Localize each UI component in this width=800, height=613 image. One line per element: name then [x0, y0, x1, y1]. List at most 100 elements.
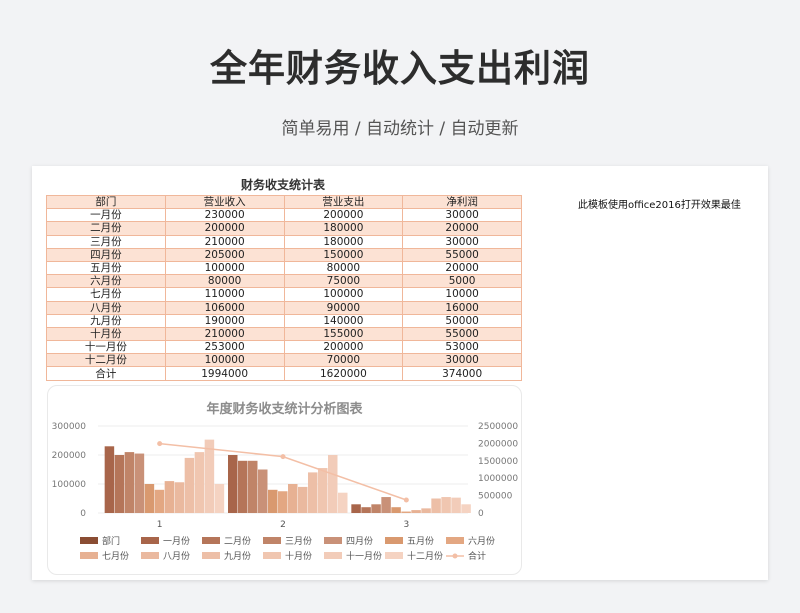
table-cell: 374000	[402, 366, 522, 381]
table-row: 一月份 230000 200000 30000	[46, 208, 522, 223]
bar	[258, 469, 268, 513]
table-cell: 70000	[283, 353, 404, 368]
legend-label: 六月份	[468, 535, 495, 547]
table-row: 十一月份 253000 200000 53000	[46, 340, 522, 355]
header-cell: 净利润	[402, 194, 522, 210]
legend-swatch	[446, 537, 464, 544]
chart-title: 年度财务收支统计分析图表	[206, 402, 363, 417]
table-cell: 100000	[283, 287, 404, 302]
legend-label: 九月份	[224, 550, 251, 562]
bar	[338, 492, 348, 513]
bar	[238, 460, 248, 513]
legend-swatch	[263, 552, 281, 559]
bar	[401, 511, 411, 513]
legend-swatch	[202, 552, 220, 559]
legend-label: 三月份	[285, 535, 312, 547]
table-cell: 30000	[402, 208, 522, 223]
table-cell: 53000	[402, 340, 522, 355]
table-cell: 六月份	[46, 274, 166, 289]
bar	[411, 510, 421, 513]
bar	[164, 481, 175, 513]
table-cell: 55000	[402, 326, 522, 342]
table-cell: 150000	[283, 247, 404, 262]
bar	[451, 497, 461, 513]
y-left-tick-label: 0	[80, 509, 86, 519]
bar	[268, 489, 278, 513]
legend-swatch	[141, 537, 159, 544]
table-title: 财务收支统计表	[240, 178, 325, 192]
legend-label: 部门	[102, 535, 120, 547]
table-cell: 一月份	[46, 208, 166, 223]
bar	[278, 491, 288, 513]
bar	[298, 486, 308, 513]
header-cell: 部门	[46, 194, 166, 210]
y-right-tick-label: 2500000	[478, 422, 518, 432]
table-header-row: 部门 营业收入 营业支出 净利润	[46, 194, 522, 210]
table-row: 七月份 110000 100000 10000	[46, 287, 522, 302]
table-cell: 90000	[283, 300, 404, 315]
x-tick-label: 1	[157, 520, 163, 530]
chart-container: 年度财务收支统计分析图表 300000 200000 100000 0 2500000 2…	[47, 385, 522, 575]
legend-swatch	[80, 537, 98, 544]
table-cell: 七月份	[46, 287, 166, 302]
y-right-tick-label: 1500000	[478, 457, 518, 467]
y-right-tick-label: 1000000	[478, 474, 518, 484]
y-right-tick-label: 0	[478, 509, 484, 519]
legend-label: 二月份	[224, 535, 251, 547]
bar	[248, 460, 258, 513]
table-cell: 200000	[164, 221, 285, 236]
header-cell: 营业收入	[164, 194, 285, 210]
legend-swatch	[80, 552, 98, 559]
bar	[391, 507, 401, 513]
bar	[104, 446, 115, 513]
table-cell: 180000	[283, 234, 404, 249]
bar	[288, 484, 298, 513]
legend-label: 八月份	[163, 550, 190, 562]
table-cell: 30000	[402, 234, 522, 249]
table-cell: 十二月份	[46, 353, 166, 368]
page-subtitle: 简单易用 / 自动统计 / 自动更新	[281, 119, 519, 139]
legend-label: 十月份	[285, 550, 312, 562]
legend-swatch	[141, 552, 159, 559]
legend-swatch	[263, 537, 281, 544]
y-left-tick-label: 300000	[52, 422, 87, 432]
template-note: 此模板使用office2016打开效果最佳	[578, 200, 741, 211]
bar	[214, 484, 225, 513]
bar	[174, 482, 185, 513]
table-cell: 三月份	[46, 234, 166, 249]
legend-label: 一月份	[163, 535, 190, 547]
table-cell: 180000	[283, 221, 404, 236]
bar	[381, 497, 391, 513]
legend-label: 十二月份	[407, 550, 443, 562]
bar	[371, 504, 381, 513]
table-cell: 1994000	[164, 366, 285, 381]
table-cell: 100000	[164, 353, 285, 368]
table-row: 四月份 205000 150000 55000	[46, 247, 522, 262]
table-cell: 110000	[164, 287, 285, 302]
bar	[184, 457, 195, 513]
table-row: 二月份 200000 180000 20000	[46, 221, 522, 236]
bar	[154, 489, 165, 513]
bar	[351, 504, 361, 513]
total-point	[157, 441, 163, 447]
table-cell: 八月份	[46, 300, 166, 315]
bar	[361, 507, 371, 513]
legend-swatch	[385, 552, 403, 559]
bar	[441, 497, 451, 513]
bar	[194, 452, 205, 513]
table-cell: 50000	[402, 313, 522, 328]
page-title: 全年财务收入支出利润	[210, 47, 590, 90]
y-right-tick-label: 500000	[478, 492, 513, 502]
table-cell: 205000	[164, 247, 285, 262]
bar	[134, 453, 145, 513]
table-cell: 155000	[283, 326, 404, 342]
bar	[144, 484, 155, 513]
legend-swatch	[202, 537, 220, 544]
bar	[461, 504, 471, 513]
legend-label: 五月份	[407, 535, 434, 547]
header-cell: 营业支出	[283, 194, 404, 210]
bar	[421, 508, 431, 513]
bar	[228, 455, 238, 513]
legend-swatch	[324, 552, 342, 559]
table-row: 九月份 190000 140000 50000	[46, 313, 522, 328]
